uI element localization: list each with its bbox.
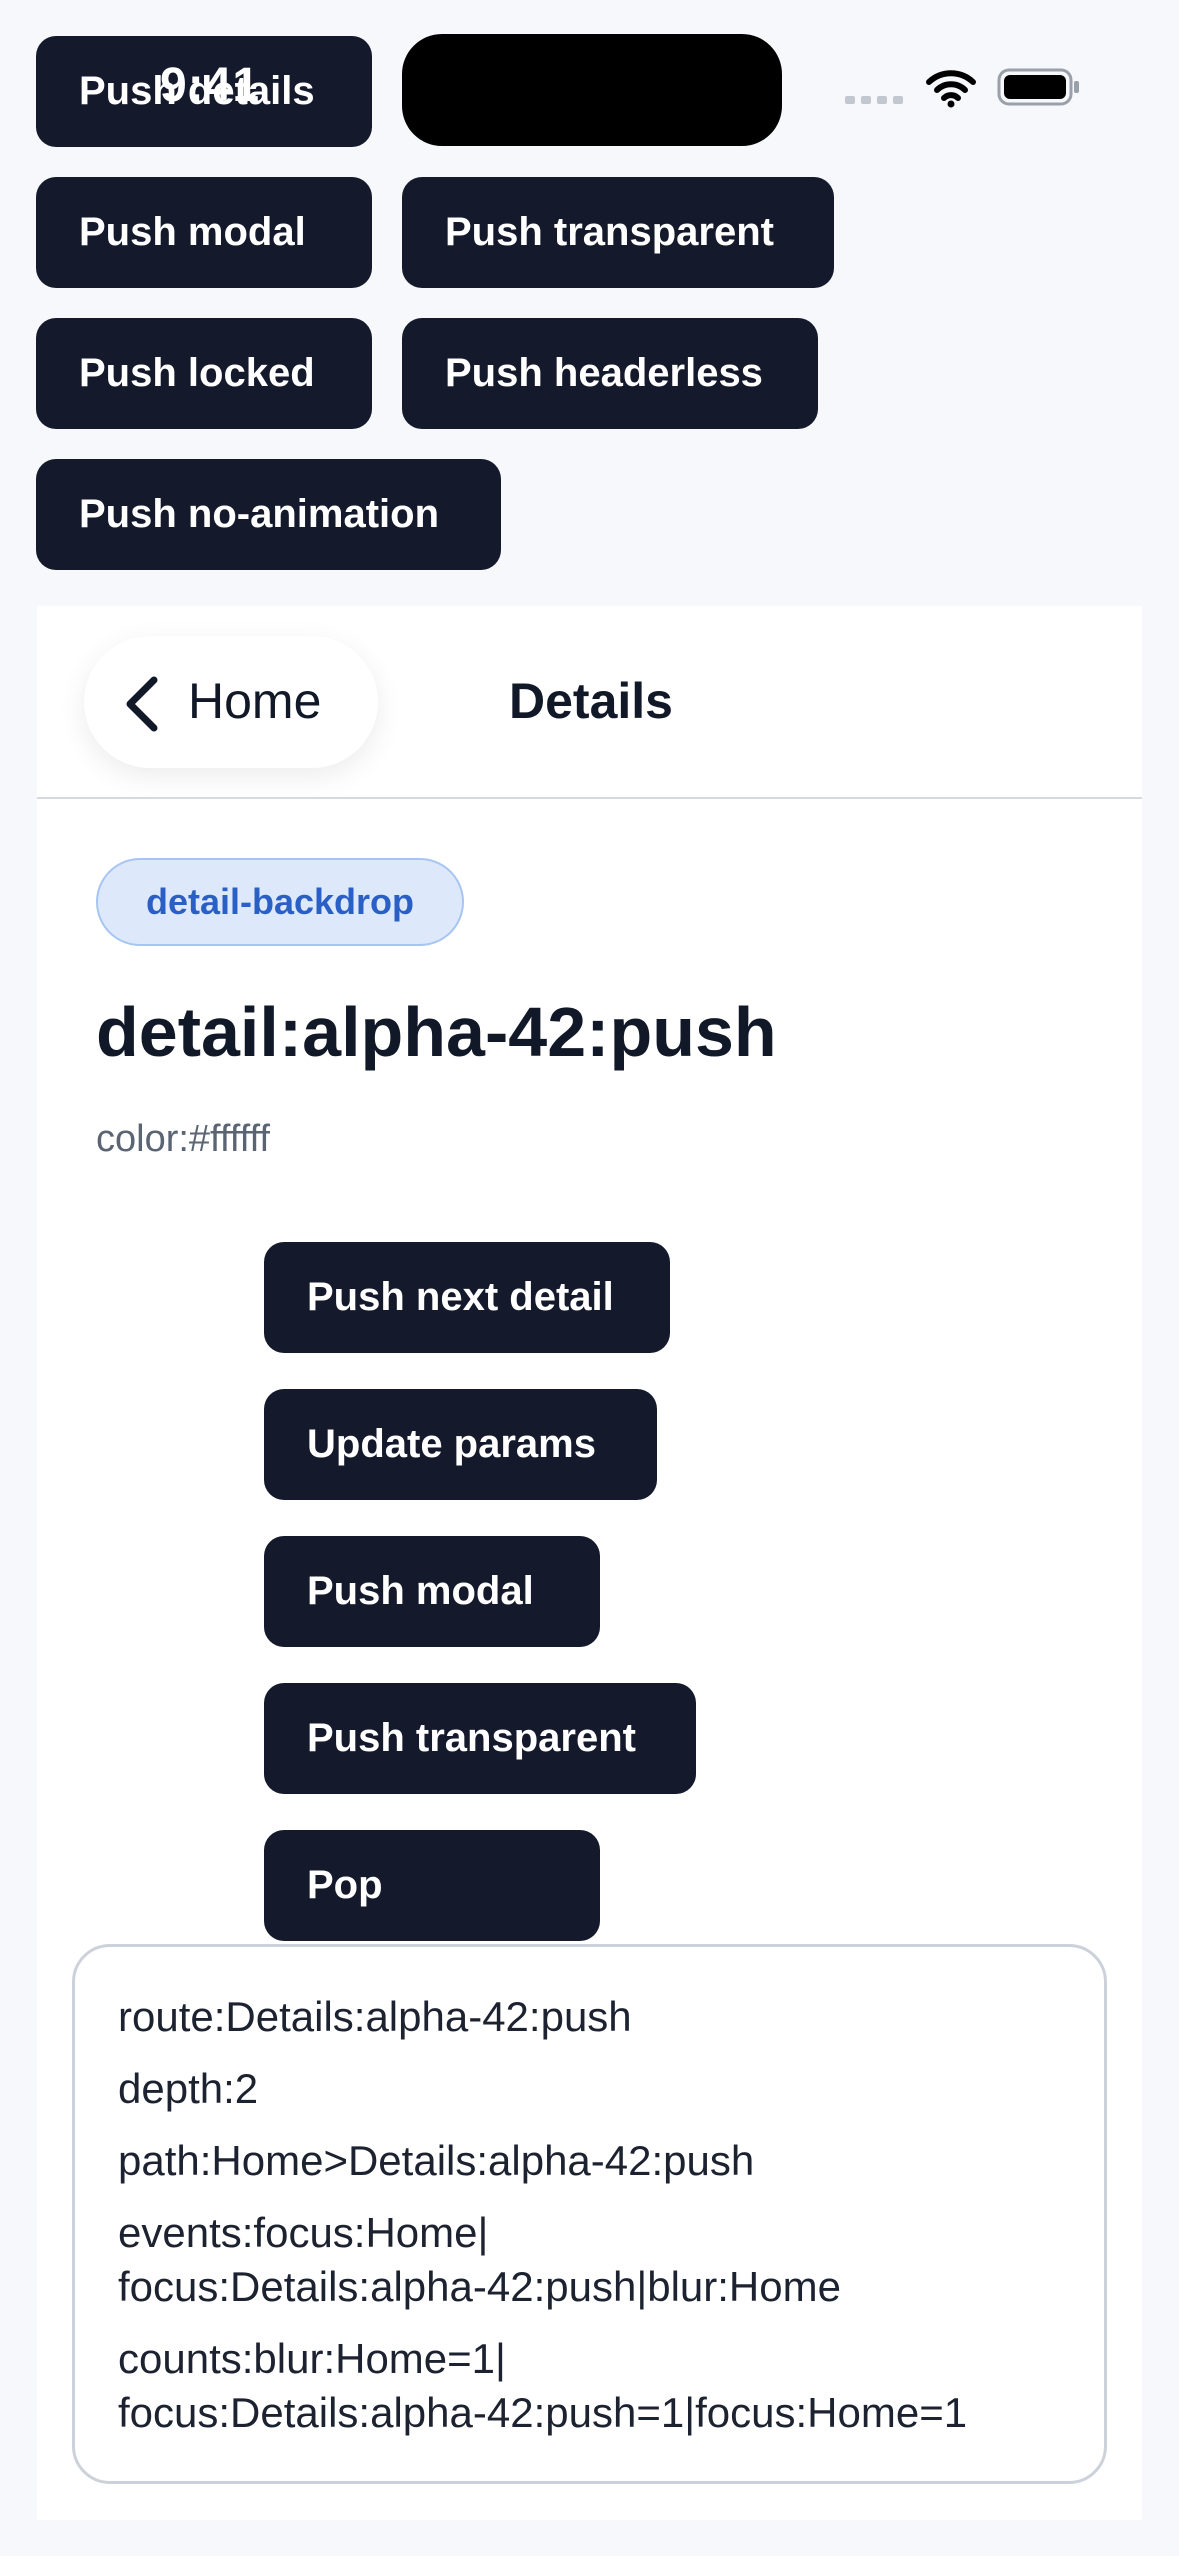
- push-headerless-button[interactable]: Push headerless: [402, 318, 818, 429]
- page-title: detail:alpha-42:push: [96, 993, 777, 1071]
- push-no-animation-button[interactable]: Push no-animation: [36, 459, 501, 570]
- chevron-left-icon[interactable]: [122, 676, 162, 732]
- nav-divider: [37, 797, 1142, 799]
- back-button-label[interactable]: Home: [188, 672, 321, 730]
- push-next-detail-button[interactable]: Push next detail: [264, 1242, 670, 1353]
- route-info: route:Details:alpha-42:push: [118, 1993, 632, 2040]
- push-transparent-button[interactable]: Push transparent: [402, 177, 834, 288]
- counts-info-continued: focus:Details:alpha-42:push=1|focus:Home…: [118, 2389, 968, 2436]
- nav-title: Details: [509, 673, 673, 729]
- backdrop-tag: detail-backdrop: [96, 858, 464, 946]
- pop-button[interactable]: Pop: [264, 1830, 600, 1941]
- detail-push-modal-button[interactable]: Push modal: [264, 1536, 600, 1647]
- dynamic-island: [402, 34, 782, 146]
- push-modal-button[interactable]: Push modal: [36, 177, 372, 288]
- counts-info: counts:blur:Home=1|: [118, 2335, 506, 2382]
- push-locked-button[interactable]: Push locked: [36, 318, 372, 429]
- wifi-icon: [926, 70, 976, 108]
- path-info: path:Home>Details:alpha-42:push: [118, 2137, 755, 2184]
- update-params-button[interactable]: Update params: [264, 1389, 657, 1500]
- detail-push-transparent-button[interactable]: Push transparent: [264, 1683, 696, 1794]
- cellular-signal-icon: [845, 96, 903, 104]
- depth-info: depth:2: [118, 2065, 259, 2112]
- events-info: events:focus:Home|: [118, 2209, 489, 2256]
- events-info-continued: focus:Details:alpha-42:push|blur:Home: [118, 2263, 841, 2310]
- status-time: 9:41: [160, 59, 261, 112]
- color-label: color:#ffffff: [96, 1118, 270, 1160]
- battery-icon: [997, 68, 1079, 106]
